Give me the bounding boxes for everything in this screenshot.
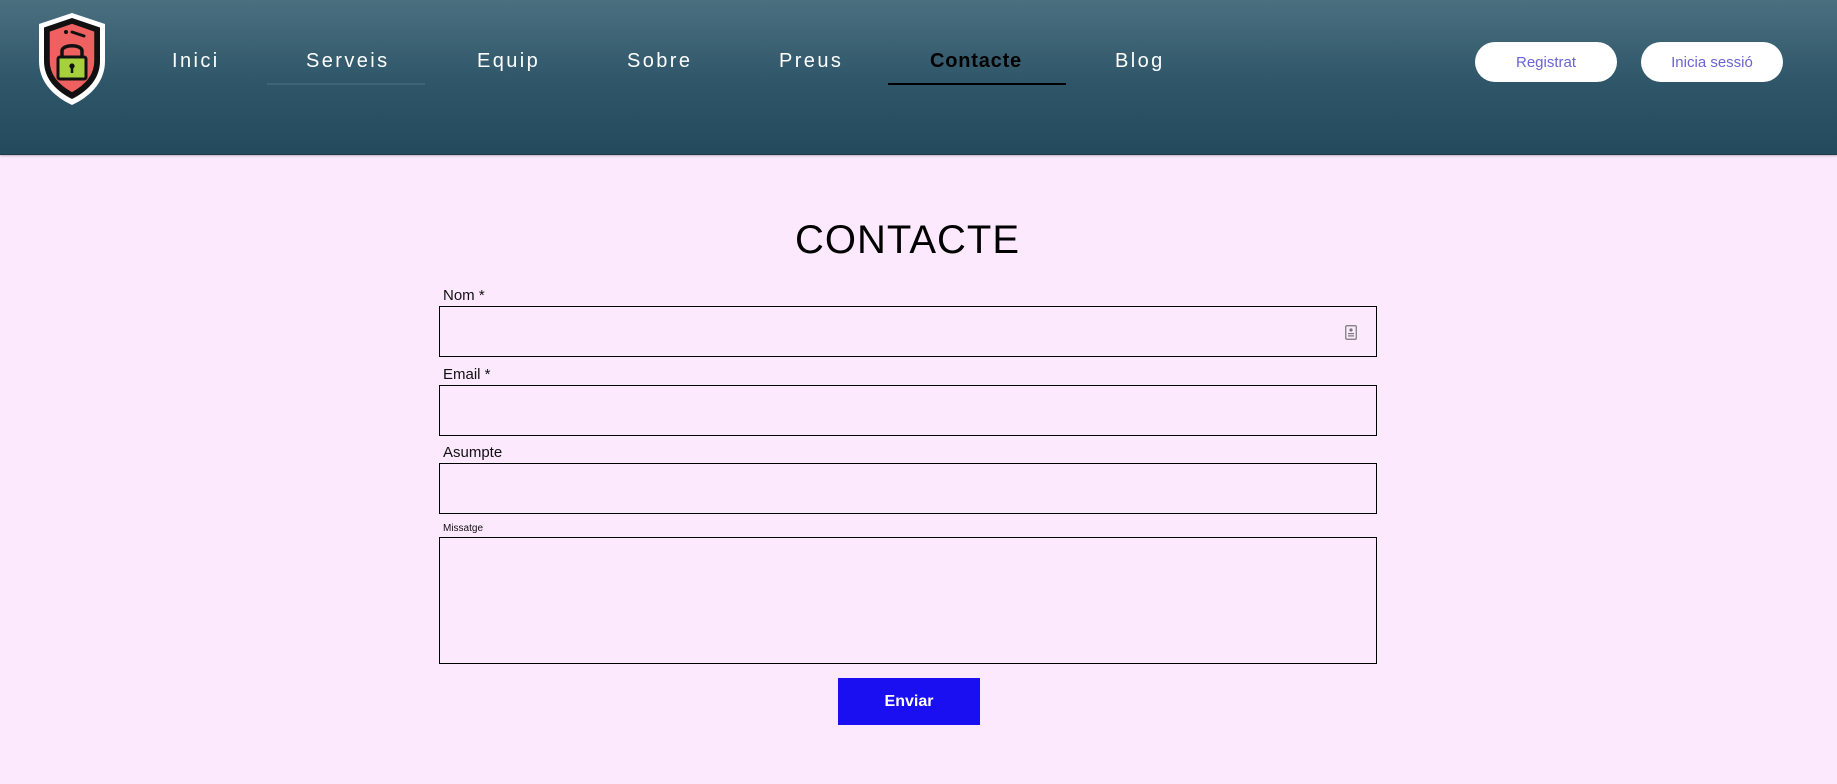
subject-field[interactable]	[439, 463, 1377, 514]
site-header: Inici Serveis Equip Sobre Preus Contacte…	[0, 0, 1837, 155]
nav-item-preus[interactable]: Preus	[779, 50, 841, 76]
message-field[interactable]	[439, 537, 1377, 664]
nav-item-serveis[interactable]: Serveis	[306, 50, 387, 76]
nav-hover-underline	[267, 83, 425, 85]
nav-item-contacte[interactable]: Contacte	[928, 50, 1024, 76]
nav-item-equip[interactable]: Equip	[477, 50, 538, 76]
message-label: Missatge	[443, 523, 484, 534]
name-field[interactable]	[439, 306, 1377, 357]
shield-lock-icon[interactable]	[35, 11, 109, 107]
nav-item-blog[interactable]: Blog	[1115, 50, 1163, 76]
email-field[interactable]	[439, 385, 1377, 436]
login-button[interactable]: Inicia sessió	[1641, 42, 1783, 82]
email-label: Email *	[443, 366, 491, 383]
nav-item-sobre[interactable]: Sobre	[627, 50, 690, 76]
nav-item-inici[interactable]: Inici	[172, 50, 218, 76]
contact-card-icon[interactable]	[1345, 325, 1357, 340]
name-label: Nom *	[443, 287, 485, 304]
signup-button[interactable]: Registrat	[1475, 42, 1617, 82]
submit-button[interactable]: Enviar	[838, 678, 980, 725]
nav-active-underline	[888, 83, 1066, 85]
page-title: CONTACTE	[794, 218, 1021, 262]
subject-label: Asumpte	[443, 444, 503, 461]
